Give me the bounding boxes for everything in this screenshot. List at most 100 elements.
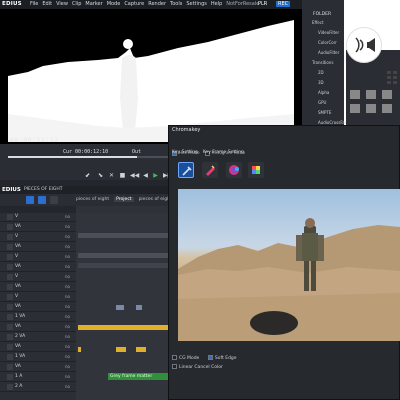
timeline-mode-button-3[interactable] <box>50 196 58 204</box>
folder-item[interactable]: Transitions <box>312 60 333 65</box>
track-select-icon[interactable] <box>7 324 13 330</box>
timeline-clip[interactable] <box>78 347 81 352</box>
cg-mode-checkbox[interactable] <box>172 355 177 360</box>
sequence-tab[interactable]: pieces of eight <box>76 197 109 202</box>
track-header[interactable]: Vno <box>0 233 76 242</box>
timeline-clip[interactable] <box>78 253 168 258</box>
timeline-clip[interactable] <box>136 347 146 352</box>
timeline-clip[interactable] <box>136 305 142 310</box>
track-header[interactable]: VA no <box>0 283 76 292</box>
track-header[interactable]: Vno <box>0 253 76 262</box>
track-select-icon[interactable] <box>7 304 13 310</box>
menu-mode[interactable]: Mode <box>107 1 121 7</box>
folder-item[interactable]: AudioFilter <box>318 50 339 55</box>
track-select-icon[interactable] <box>7 244 13 250</box>
track-header[interactable]: VA no <box>0 323 76 332</box>
track-lock-toggle[interactable]: no <box>65 254 70 259</box>
track-lock-toggle[interactable]: no <box>65 314 70 319</box>
clear-icon[interactable]: ✕ <box>108 172 115 179</box>
timeline-clip[interactable] <box>78 325 168 330</box>
menu-edit[interactable]: Edit <box>42 1 52 7</box>
effect-thumbnail[interactable] <box>350 104 360 113</box>
podcast-icon[interactable] <box>346 27 382 63</box>
track-select-icon[interactable] <box>7 284 13 290</box>
linear-cancel-option[interactable]: Linear Cancel Color <box>172 364 223 370</box>
track-select-icon[interactable] <box>7 364 13 370</box>
menu-render[interactable]: Render <box>148 1 166 7</box>
grid-view-icon[interactable] <box>386 70 398 84</box>
rewind-icon[interactable]: ◀◀ <box>130 172 139 179</box>
track-header[interactable]: 1 VA no <box>0 353 76 362</box>
track-lock-toggle[interactable]: no <box>65 284 70 289</box>
track-header[interactable]: 1 A no <box>0 373 76 382</box>
tab-key-frame-setting[interactable]: Key Frame Setting <box>203 150 244 155</box>
track-select-icon[interactable] <box>7 294 13 300</box>
sequence-tab[interactable]: pieces of eight <box>139 197 172 202</box>
track-lock-toggle[interactable]: no <box>65 344 70 349</box>
folder-item[interactable]: SMPTE <box>318 110 331 115</box>
effect-thumbnail[interactable] <box>382 90 392 99</box>
timeline-clip[interactable] <box>78 263 168 268</box>
timeline-clip[interactable] <box>116 347 126 352</box>
effect-thumbnail[interactable] <box>366 90 376 99</box>
menu-settings[interactable]: Settings <box>186 1 207 7</box>
track-select-icon[interactable] <box>7 254 13 260</box>
folder-item[interactable]: Alpha <box>318 90 329 95</box>
timeline-mode-button-1[interactable] <box>26 196 34 204</box>
track-select-icon[interactable] <box>7 274 13 280</box>
soft-edge-checkbox[interactable] <box>207 355 213 360</box>
track-lock-toggle[interactable]: no <box>65 384 70 389</box>
hue-wheel-icon[interactable] <box>226 162 242 178</box>
track-header[interactable]: VA no <box>0 243 76 252</box>
set-in-icon[interactable]: ⬋ <box>84 172 91 179</box>
effect-thumbnail[interactable] <box>350 90 360 99</box>
track-lock-toggle[interactable]: no <box>65 264 70 269</box>
tab-key-setting[interactable]: Key Setting <box>172 150 198 155</box>
track-header[interactable]: VA no <box>0 223 76 232</box>
menu-help[interactable]: Help <box>211 1 222 7</box>
folder-item[interactable]: GPU <box>318 100 326 105</box>
track-select-icon[interactable] <box>7 264 13 270</box>
track-lock-toggle[interactable]: no <box>65 274 70 279</box>
menu-file[interactable]: File <box>30 1 38 7</box>
color-grid-icon[interactable] <box>248 162 264 178</box>
set-out-icon[interactable]: ⬊ <box>97 172 104 179</box>
track-lock-toggle[interactable]: no <box>65 334 70 339</box>
stop-icon[interactable]: ■ <box>119 172 126 179</box>
eyedropper-icon[interactable] <box>178 162 194 178</box>
track-lock-toggle[interactable]: no <box>65 294 70 299</box>
timeline-mode-button-2[interactable] <box>38 196 46 204</box>
timeline-clip[interactable] <box>78 233 168 238</box>
menu-clip[interactable]: Clip <box>72 1 81 7</box>
track-select-icon[interactable] <box>7 314 13 320</box>
track-header[interactable]: VA no <box>0 303 76 312</box>
track-lock-toggle[interactable]: no <box>65 214 70 219</box>
plr-mode-button[interactable]: PLR <box>258 1 267 7</box>
track-lock-toggle[interactable]: no <box>65 324 70 329</box>
menu-tools[interactable]: Tools <box>170 1 182 7</box>
play-icon[interactable]: ▶ <box>152 172 159 179</box>
track-select-icon[interactable] <box>7 214 13 220</box>
track-select-icon[interactable] <box>7 334 13 340</box>
track-header[interactable]: Vno <box>0 273 76 282</box>
timeline-clip[interactable] <box>116 305 124 310</box>
track-header[interactable]: VA no <box>0 343 76 352</box>
track-select-icon[interactable] <box>7 234 13 240</box>
effect-thumbnail[interactable] <box>382 104 392 113</box>
folder-item[interactable]: 3D <box>318 80 324 85</box>
color-picker-icon[interactable] <box>202 162 218 178</box>
cg-mode-option[interactable]: CG Mode <box>172 355 199 361</box>
track-header[interactable]: Vno <box>0 213 76 222</box>
menu-capture[interactable]: Capture <box>124 1 144 7</box>
track-header[interactable]: 1 VA no <box>0 313 76 322</box>
track-select-icon[interactable] <box>7 224 13 230</box>
linear-cancel-checkbox[interactable] <box>172 364 177 369</box>
track-lock-toggle[interactable]: no <box>65 244 70 249</box>
soft-edge-option[interactable]: Soft Edge <box>207 355 237 361</box>
rec-mode-button[interactable]: REC <box>276 1 291 7</box>
effect-thumbnail[interactable] <box>366 104 376 113</box>
sequence-tab[interactable]: Project <box>114 197 134 202</box>
track-select-icon[interactable] <box>7 344 13 350</box>
track-header[interactable]: VA no <box>0 263 76 272</box>
folder-item[interactable]: Effect <box>312 20 324 25</box>
